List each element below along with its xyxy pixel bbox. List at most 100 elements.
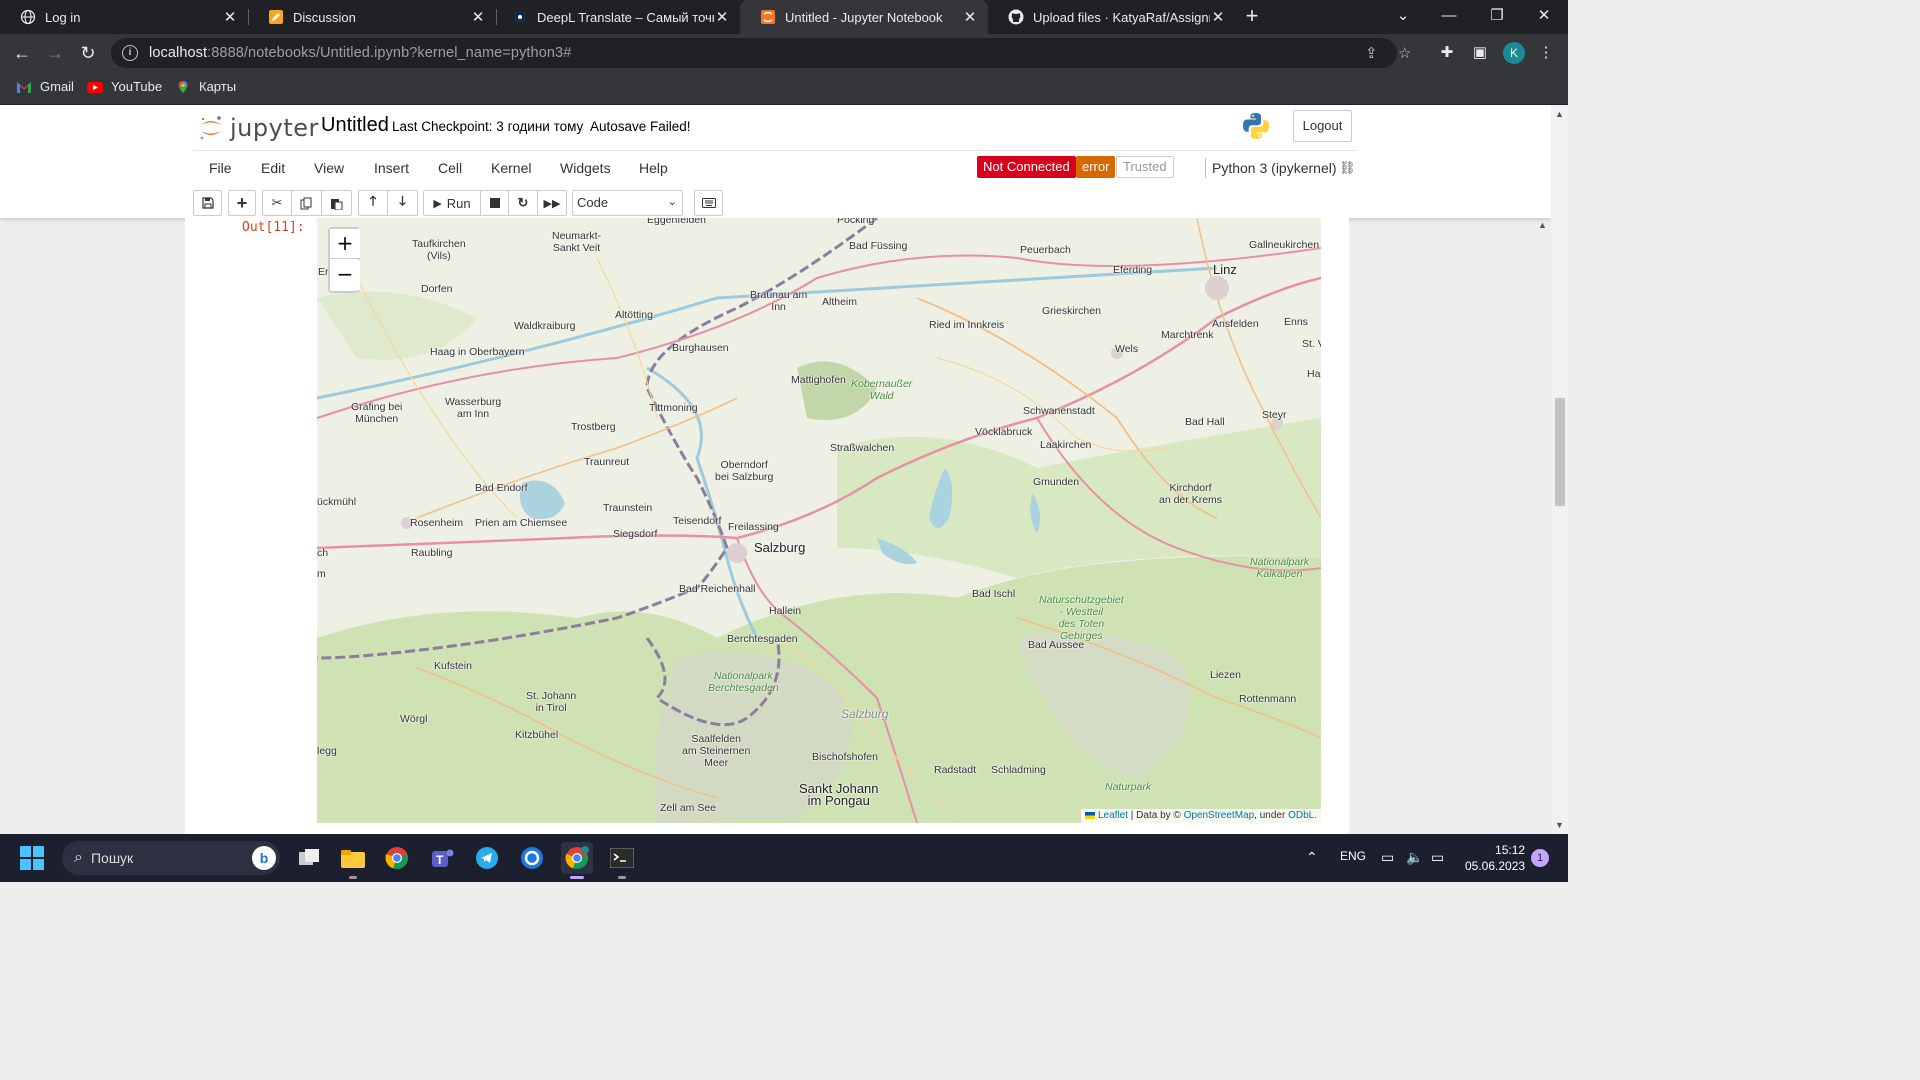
telegram-icon[interactable] bbox=[471, 842, 503, 874]
tab-log-in[interactable]: Log in ✕ bbox=[0, 0, 248, 34]
forward-arrow-icon[interactable]: → bbox=[41, 40, 69, 66]
chrome-icon[interactable] bbox=[381, 842, 413, 874]
language-indicator[interactable]: ENG bbox=[1340, 849, 1366, 863]
leaflet-link[interactable]: Leaflet bbox=[1098, 810, 1128, 821]
tab-jupyter-notebook[interactable]: Untitled - Jupyter Notebook ✕ bbox=[740, 0, 988, 34]
menu-help[interactable]: Help bbox=[639, 160, 668, 176]
interrupt-button[interactable] bbox=[480, 190, 509, 216]
bookmark-youtube[interactable]: YouTube bbox=[87, 79, 162, 94]
menu-insert[interactable]: Insert bbox=[374, 160, 409, 176]
app-icon[interactable] bbox=[516, 842, 548, 874]
last-checkpoint: Last Checkpoint: 3 години тому bbox=[392, 119, 584, 134]
network-icon[interactable]: ▭ bbox=[1381, 849, 1394, 866]
run-button[interactable]: ▶ Run bbox=[423, 190, 481, 216]
scroll-down-arrow-icon[interactable]: ▼ bbox=[1555, 820, 1564, 830]
odbl-link[interactable]: ODbL. bbox=[1288, 810, 1317, 821]
share-icon[interactable]: ⇪ bbox=[1365, 44, 1378, 62]
map-place-label: Traunreut bbox=[584, 456, 630, 468]
not-connected-badge[interactable]: Not Connected bbox=[977, 156, 1076, 178]
restore-button[interactable]: ❐ bbox=[1474, 0, 1520, 34]
tab-discussion[interactable]: Discussion ✕ bbox=[248, 0, 496, 34]
url-text[interactable]: localhost:8888/notebooks/Untitled.ipynb?… bbox=[149, 45, 571, 61]
scrollbar-thumb[interactable] bbox=[1555, 398, 1565, 506]
cell-type-select[interactable]: Code ⌄ bbox=[572, 190, 683, 216]
close-tab-icon[interactable]: ✕ bbox=[470, 8, 486, 26]
logout-button[interactable]: Logout bbox=[1293, 110, 1352, 142]
error-badge[interactable]: error bbox=[1076, 156, 1116, 178]
map-place-label: Altheim bbox=[822, 296, 858, 308]
close-tab-icon[interactable]: ✕ bbox=[714, 8, 730, 26]
notification-badge[interactable]: 1 bbox=[1531, 849, 1549, 867]
zoom-in-button[interactable]: + bbox=[330, 229, 360, 259]
clock[interactable]: 15:12 05.06.2023 bbox=[1465, 842, 1525, 874]
reload-icon[interactable]: ↻ bbox=[74, 40, 102, 66]
terminal-icon[interactable] bbox=[606, 842, 638, 874]
close-window-button[interactable]: ✕ bbox=[1521, 0, 1567, 34]
insert-cell-button[interactable]: + bbox=[228, 190, 256, 216]
scroll-up-arrow-icon[interactable]: ▲ bbox=[1555, 109, 1564, 119]
openstreetmap-link[interactable]: OpenStreetMap bbox=[1184, 810, 1255, 821]
map-place-label: Nationalpark Kalkalpen bbox=[1250, 556, 1309, 580]
cut-button[interactable]: ✂ bbox=[262, 190, 292, 216]
map-place-label: Naturpark bbox=[1105, 781, 1152, 793]
close-tab-icon[interactable]: ✕ bbox=[222, 8, 238, 26]
notebook-scrollbar[interactable]: ▲ bbox=[1535, 220, 1551, 824]
volume-icon[interactable]: 🔈 bbox=[1406, 849, 1423, 866]
teams-icon[interactable]: T bbox=[426, 842, 458, 874]
minimize-button[interactable]: — bbox=[1426, 0, 1472, 34]
menu-view[interactable]: View bbox=[314, 160, 344, 176]
menu-file[interactable]: File bbox=[209, 160, 232, 176]
more-menu-icon[interactable]: ⋮ bbox=[1536, 43, 1556, 63]
show-hidden-icons-chevron-up-icon[interactable]: ⌃ bbox=[1306, 849, 1318, 866]
chrome-profile-icon[interactable] bbox=[561, 842, 593, 874]
back-arrow-icon[interactable]: ← bbox=[8, 40, 36, 66]
close-tab-icon[interactable]: ✕ bbox=[1210, 8, 1226, 26]
map-place-label: Tittmoning bbox=[649, 402, 698, 414]
site-info-icon[interactable]: i bbox=[122, 45, 138, 61]
file-explorer-icon[interactable] bbox=[337, 842, 369, 874]
tab-deepl[interactable]: DeepL Translate – Самый точный ✕ bbox=[492, 0, 740, 34]
profile-avatar[interactable]: K bbox=[1503, 42, 1525, 64]
menu-widgets[interactable]: Widgets bbox=[560, 160, 611, 176]
move-down-button[interactable]: 🡓 bbox=[387, 190, 418, 216]
stop-icon bbox=[489, 198, 500, 208]
menu-edit[interactable]: Edit bbox=[261, 160, 285, 176]
windows-logo-icon bbox=[20, 846, 44, 870]
extensions-puzzle-icon[interactable]: ✚ bbox=[1437, 43, 1457, 63]
bookmark-gmail[interactable]: Gmail bbox=[16, 79, 74, 94]
bookmark-maps[interactable]: Карты bbox=[175, 79, 236, 94]
zoom-out-button[interactable]: − bbox=[330, 260, 360, 290]
paste-icon bbox=[331, 198, 343, 210]
tab-github-upload[interactable]: Upload files · KatyaRaf/Assignme ✕ bbox=[988, 0, 1236, 34]
battery-icon[interactable]: ▭ bbox=[1431, 849, 1444, 866]
menu-kernel[interactable]: Kernel bbox=[491, 160, 531, 176]
command-palette-button[interactable] bbox=[694, 190, 723, 216]
map-place-label: Ried im Innkreis bbox=[929, 319, 1005, 331]
restart-button[interactable]: ↻ bbox=[508, 190, 538, 216]
restart-run-all-button[interactable]: ▶▶ bbox=[537, 190, 567, 216]
new-tab-button[interactable]: + bbox=[1241, 5, 1263, 27]
bookmark-star-icon[interactable]: ☆ bbox=[1398, 44, 1411, 62]
taskbar-search[interactable]: ⌕ Пошук b bbox=[62, 841, 280, 875]
close-tab-icon[interactable]: ✕ bbox=[962, 8, 978, 26]
save-button[interactable] bbox=[193, 190, 222, 216]
autosave-status: Autosave Failed! bbox=[590, 119, 691, 134]
start-button[interactable] bbox=[20, 846, 44, 870]
address-bar[interactable]: i localhost:8888/notebooks/Untitled.ipyn… bbox=[111, 38, 1411, 68]
leaflet-map[interactable]: Eggenfelden Pocking Bad Füssing Taufkirchen… bbox=[317, 218, 1321, 823]
kernel-divider bbox=[1205, 158, 1206, 178]
scroll-up-arrow-icon[interactable]: ▲ bbox=[1538, 220, 1547, 230]
jupyter-logo[interactable]: jupyter bbox=[198, 113, 319, 143]
page-scrollbar[interactable]: ▲ ▼ bbox=[1551, 105, 1568, 834]
task-view-icon[interactable] bbox=[293, 842, 325, 874]
move-up-button[interactable]: 🡑 bbox=[358, 190, 388, 216]
menu-cell[interactable]: Cell bbox=[438, 160, 462, 176]
map-place-label: Taufkirchen (Vils) bbox=[412, 238, 466, 262]
tab-search-chevron-down-icon[interactable]: ⌄ bbox=[1380, 0, 1426, 34]
map-place-label: Straßwalchen bbox=[830, 442, 895, 454]
paste-button[interactable] bbox=[321, 190, 352, 216]
copy-button[interactable] bbox=[291, 190, 322, 216]
trusted-badge[interactable]: Trusted bbox=[1116, 156, 1174, 178]
side-panel-icon[interactable]: ▣ bbox=[1470, 43, 1490, 63]
notebook-name[interactable]: Untitled bbox=[321, 114, 389, 137]
